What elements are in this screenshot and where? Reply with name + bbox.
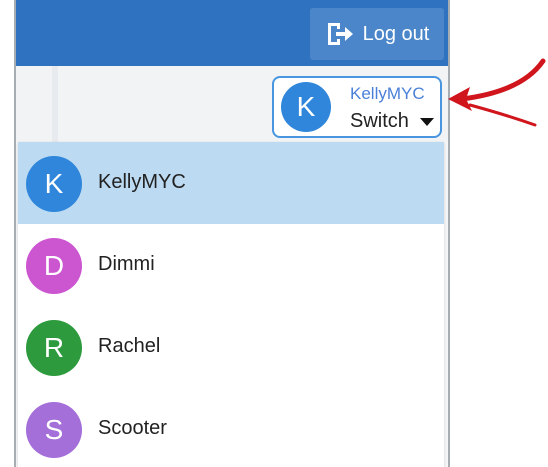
annotation-arrow-icon <box>448 58 546 127</box>
user-name: Rachel <box>98 335 161 357</box>
user-switch-menu: K KellyMYC D Dimmi R Rachel S Scooter <box>18 142 444 467</box>
user-initial: S <box>44 414 64 445</box>
menu-item-rachel[interactable]: R Rachel <box>18 306 444 388</box>
user-avatar: K <box>26 156 82 212</box>
app-window: Log out K KellyMYC Switch K KellyMYC D D… <box>14 0 450 467</box>
user-initial: R <box>43 332 65 363</box>
user-initial: K <box>44 168 64 199</box>
user-initial: D <box>43 250 65 281</box>
user-avatar: R <box>26 320 82 376</box>
caret-down-icon <box>420 118 434 126</box>
current-user-initial: K <box>296 91 316 122</box>
logout-icon <box>325 21 355 47</box>
user-name: Scooter <box>98 417 167 439</box>
current-username: KellyMYC <box>350 84 425 103</box>
menu-item-scooter[interactable]: S Scooter <box>18 388 444 467</box>
toolbar-divider <box>52 66 58 142</box>
screenshot-stage: Log out K KellyMYC Switch K KellyMYC D D… <box>0 0 548 467</box>
user-avatar: S <box>26 402 82 458</box>
menu-item-dimmi[interactable]: D Dimmi <box>18 224 444 306</box>
logout-button[interactable]: Log out <box>310 8 444 60</box>
top-bar: Log out <box>16 0 448 67</box>
user-name: Dimmi <box>98 253 155 275</box>
logout-label: Log out <box>362 22 430 45</box>
menu-item-kellymyc[interactable]: K KellyMYC <box>18 142 444 224</box>
user-switcher-button[interactable]: K KellyMYC Switch <box>272 76 442 138</box>
user-name: KellyMYC <box>98 171 186 193</box>
user-avatar: D <box>26 238 82 294</box>
switch-label: Switch <box>350 110 409 132</box>
current-user-avatar: K <box>281 82 331 132</box>
